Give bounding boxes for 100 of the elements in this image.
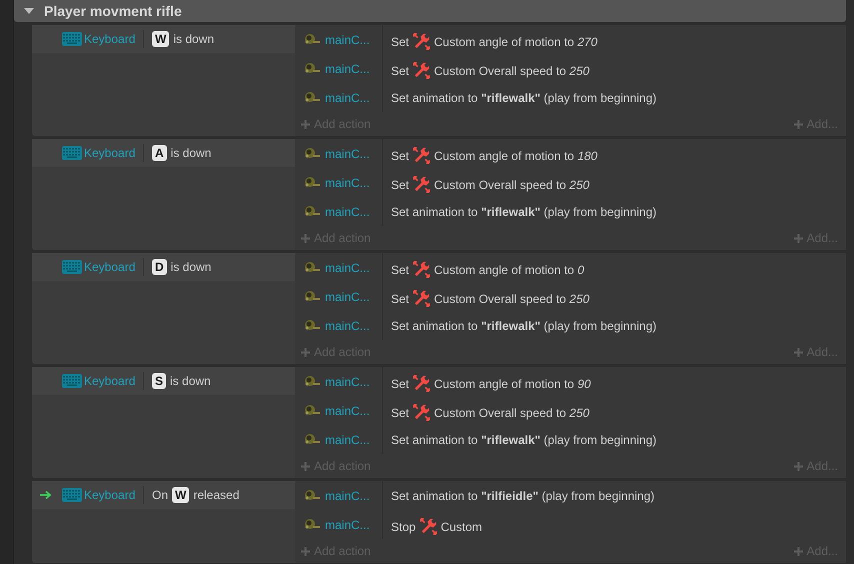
action-row[interactable]: mainC... Set animation to "rilfieidle" (play from beginning) — [295, 481, 846, 510]
object-name: mainC... — [325, 174, 370, 192]
condition-text: On — [152, 487, 168, 504]
trigger-arrow-icon — [40, 490, 52, 500]
action-row[interactable]: mainC... Set Custom Overall speed to 250 — [295, 54, 846, 83]
object-name: Keyboard — [84, 373, 136, 390]
object-name: mainC... — [325, 488, 370, 504]
object-name: Keyboard — [84, 31, 136, 48]
sprite-icon — [303, 62, 321, 76]
sprite-icon — [303, 318, 321, 332]
wrench-icon — [412, 260, 432, 279]
action-text: Custom Overall speed to 250 — [434, 176, 590, 194]
action-text: Set animation to "riflewalk" (play from beginning) — [391, 204, 657, 220]
keyboard-icon — [62, 146, 82, 160]
key-badge: D — [152, 259, 167, 275]
object-name: Keyboard — [84, 145, 136, 162]
object-name: mainC... — [325, 60, 370, 78]
action-row[interactable]: mainC... Set animation to "riflewalk" (play from beginning) — [295, 311, 846, 340]
action-row[interactable]: mainC... Set animation to "riflewalk" (play from beginning) — [295, 83, 846, 112]
plus-icon — [301, 462, 310, 470]
action-row[interactable]: mainC... Set animation to "riflewalk" (play from beginning) — [295, 197, 846, 226]
wrench-icon — [412, 32, 432, 51]
condition-text: is down — [170, 145, 212, 162]
object-name: mainC... — [325, 32, 370, 48]
object-name: mainC... — [325, 204, 370, 220]
action-verb: Set — [391, 262, 410, 278]
plus-icon — [301, 120, 310, 128]
condition-row[interactable]: Keyboard W is down — [32, 25, 295, 53]
condition-text: is down — [170, 373, 211, 390]
condition-text: is down — [170, 259, 212, 276]
sprite-icon — [303, 146, 321, 160]
condition-row[interactable]: Keyboard D is down — [32, 253, 295, 281]
action-verb: Set — [391, 148, 410, 164]
wrench-icon — [412, 175, 432, 194]
plus-icon — [301, 348, 310, 356]
wrench-icon — [412, 61, 432, 80]
object-name: mainC... — [325, 90, 370, 106]
action-row[interactable]: mainC... Set animation to "riflewalk" (play from beginning) — [295, 425, 846, 454]
object-name: mainC... — [325, 432, 370, 448]
action-text: Custom angle of motion to 90 — [434, 376, 591, 392]
key-badge: W — [172, 487, 190, 503]
action-row[interactable]: mainC... Stop Custom — [295, 510, 846, 539]
object-name: Keyboard — [84, 487, 136, 504]
sprite-icon — [303, 374, 321, 388]
object-name: mainC... — [325, 516, 370, 534]
action-verb: Stop — [391, 518, 416, 536]
plus-icon — [794, 234, 803, 242]
action-text: Set animation to "riflewalk" (play from beginning) — [391, 90, 657, 106]
action-verb: Set — [391, 376, 410, 392]
action-row[interactable]: mainC... Set Custom Overall speed to 250 — [295, 396, 846, 425]
keyboard-icon — [62, 260, 82, 274]
action-text: Custom Overall speed to 250 — [434, 62, 590, 80]
action-text: Custom — [440, 518, 482, 536]
key-badge: W — [152, 31, 170, 47]
action-row[interactable]: mainC... Set Custom Overall speed to 250 — [295, 282, 846, 311]
action-row[interactable]: mainC... Set Custom angle of motion to 180 — [295, 139, 846, 168]
action-text: Custom Overall speed to 250 — [434, 404, 590, 422]
action-verb: Set — [391, 34, 410, 50]
action-text: Custom angle of motion to 180 — [434, 148, 598, 164]
sprite-icon — [303, 518, 321, 532]
plus-icon — [301, 546, 310, 556]
condition-row[interactable]: Keyboard A is down — [32, 139, 295, 167]
action-text: Set animation to "riflewalk" (play from beginning) — [391, 432, 657, 448]
object-name: mainC... — [325, 288, 370, 306]
action-verb: Set — [391, 176, 410, 194]
object-name: mainC... — [325, 318, 370, 334]
sprite-icon — [303, 260, 321, 274]
expand-arrow-icon[interactable] — [24, 7, 34, 15]
action-row[interactable]: mainC... Set Custom angle of motion to 90 — [295, 367, 846, 396]
key-badge: A — [152, 145, 167, 161]
action-row[interactable]: mainC... Set Custom Overall speed to 250 — [295, 168, 846, 197]
keyboard-icon — [62, 488, 82, 502]
keyboard-icon — [62, 32, 82, 46]
sprite-icon — [303, 176, 321, 190]
plus-icon — [794, 546, 803, 556]
wrench-icon — [418, 517, 438, 536]
wrench-icon — [412, 374, 432, 393]
action-verb: Set — [391, 290, 410, 308]
condition-text: released — [193, 487, 240, 504]
action-verb: Set — [391, 404, 410, 422]
condition-row[interactable]: Keyboard On W released — [32, 481, 295, 509]
sprite-icon — [303, 32, 321, 46]
object-name: mainC... — [325, 146, 370, 162]
group-header[interactable]: Player movment rifle — [14, 0, 846, 22]
object-name: mainC... — [325, 402, 370, 420]
action-text: Custom angle of motion to 270 — [434, 34, 598, 50]
condition-row[interactable]: Keyboard S is down — [32, 367, 295, 395]
group-title: Player movment rifle — [44, 2, 182, 21]
action-text: Custom Overall speed to 250 — [434, 290, 590, 308]
sprite-icon — [303, 290, 321, 304]
wrench-icon — [412, 403, 432, 422]
action-row[interactable]: mainC... Set Custom angle of motion to 0 — [295, 253, 846, 282]
condition-text: is down — [173, 31, 214, 48]
plus-icon — [794, 120, 803, 128]
plus-icon — [794, 348, 803, 356]
action-text: Set animation to "riflewalk" (play from beginning) — [391, 318, 657, 334]
sprite-icon — [303, 404, 321, 418]
sprite-icon — [303, 488, 321, 502]
action-row[interactable]: mainC... Set Custom angle of motion to 270 — [295, 25, 846, 54]
plus-icon — [794, 462, 803, 470]
